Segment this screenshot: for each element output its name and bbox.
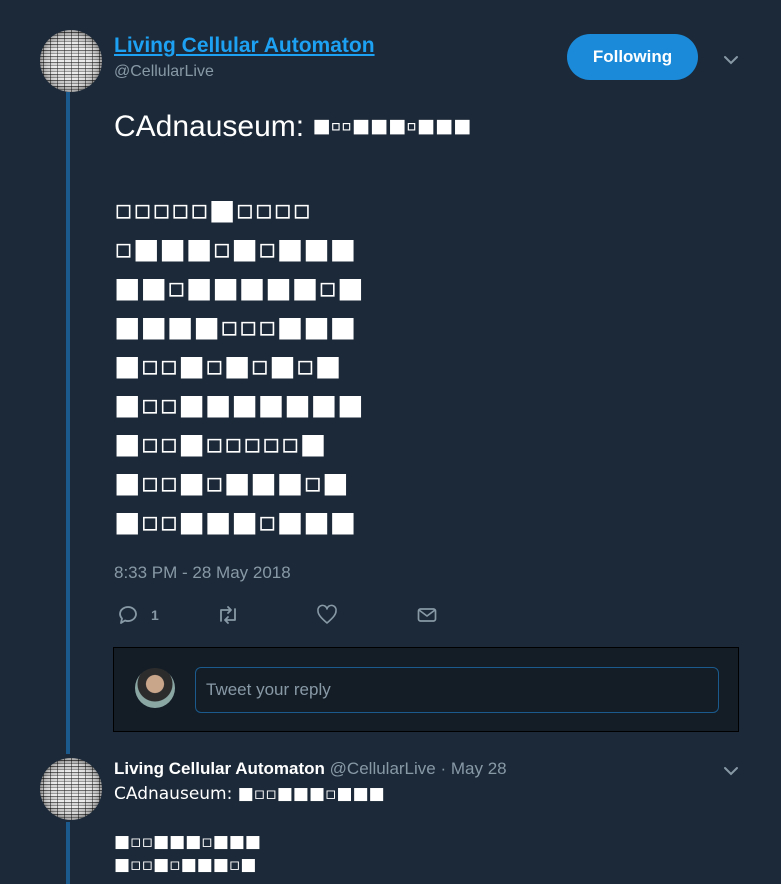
thread-line: [66, 92, 70, 754]
chevron-down-icon[interactable]: [722, 51, 740, 69]
tweet-grid-row: ■▫▫■▫▫▫▫▫■: [114, 427, 327, 460]
next-tweet-grid-row: ■▫▫■■■▫■■■: [114, 832, 261, 852]
next-tweet-title: CAdnauseum: ■▫▫■■■▫■■■: [114, 784, 385, 804]
next-tweet-author-name[interactable]: Living Cellular Automaton: [114, 759, 325, 778]
tweet-timestamp[interactable]: 8:33 PM - 28 May 2018: [114, 563, 291, 583]
user-avatar[interactable]: [135, 668, 175, 708]
author-avatar[interactable]: [40, 30, 102, 92]
reply-count: 1: [151, 607, 159, 623]
following-button[interactable]: Following: [567, 34, 698, 80]
next-tweet-date[interactable]: · May 28: [440, 759, 506, 778]
reply-icon: [119, 606, 137, 624]
reply-input[interactable]: Tweet your reply: [195, 667, 719, 713]
tweet-grid-row: ■▫▫■■■▫■■■: [114, 505, 357, 538]
retweet-action[interactable]: [216, 604, 240, 626]
retweet-icon: [220, 606, 236, 624]
next-tweet-author-handle[interactable]: @CellularLive: [330, 759, 436, 778]
message-action[interactable]: [416, 604, 438, 626]
like-icon: [317, 604, 337, 624]
tweet-text-title: CAdnauseum: ■▫▫■■■▫■■■: [114, 110, 472, 143]
author-name-link[interactable]: Living Cellular Automaton: [114, 34, 375, 58]
thread-line: [66, 822, 70, 884]
tweet-grid-row: ■■■■▫▫▫■■■: [114, 310, 357, 343]
like-action[interactable]: [316, 604, 338, 626]
reply-action[interactable]: 1: [117, 604, 159, 626]
tweet-grid-row: ■■▫■■■■■▫■: [114, 271, 364, 304]
next-tweet-grid-row: ■▫▫■▫■■■▫■: [114, 855, 257, 875]
next-tweet-header: Living Cellular Automaton @CellularLive …: [114, 759, 507, 779]
message-icon: [417, 608, 437, 622]
tweet-grid-row: ▫■■■▫■▫■■■: [114, 232, 357, 265]
tweet-grid-row: ▫▫▫▫▫■▫▫▫▫: [114, 193, 312, 226]
tweet-grid-row: ■▫▫■▫■■■▫■: [114, 466, 349, 499]
tweet-grid-row: ■▫▫■▫■▫■▫■: [114, 349, 342, 382]
author-avatar[interactable]: [40, 758, 102, 820]
tweet-grid-row: ■▫▫■■■■■■■: [114, 388, 364, 421]
chevron-down-icon[interactable]: [722, 762, 740, 780]
author-handle[interactable]: @CellularLive: [114, 63, 214, 81]
